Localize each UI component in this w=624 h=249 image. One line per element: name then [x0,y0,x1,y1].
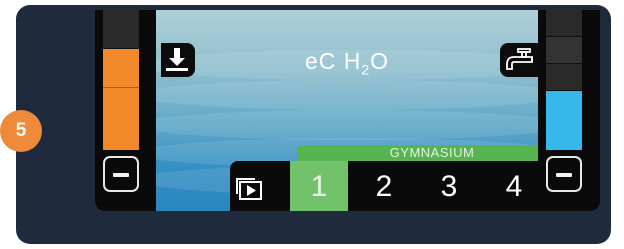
display-panel: eC H2O GYMNASIUM 1 2 3 4 [156,10,538,211]
download-icon [166,48,188,71]
zone-tab-3[interactable]: 3 [420,161,478,211]
step-badge: 5 [0,110,42,152]
left-minus-button[interactable] [103,156,139,192]
left-level-bar [103,10,139,150]
right-level-bar [546,10,582,150]
zone-tabs: 1 2 3 4 [230,161,538,211]
device-screen: eC H2O GYMNASIUM 1 2 3 4 [95,10,600,211]
faucet-icon [506,48,533,70]
device-frame: eC H2O GYMNASIUM 1 2 3 4 [16,5,611,244]
right-minus-button[interactable] [546,156,582,192]
zone-name-label: GYMNASIUM [297,145,538,161]
faucet-button[interactable] [500,43,538,77]
ech2o-logo: eC H2O [304,48,390,78]
playlist-play-icon [236,178,262,200]
download-button[interactable] [161,43,195,77]
zone-tab-2[interactable]: 2 [355,161,413,211]
zone-tab-4[interactable]: 4 [485,161,538,211]
zone-tab-1[interactable]: 1 [290,161,348,211]
playlist-play-button[interactable] [235,174,265,202]
